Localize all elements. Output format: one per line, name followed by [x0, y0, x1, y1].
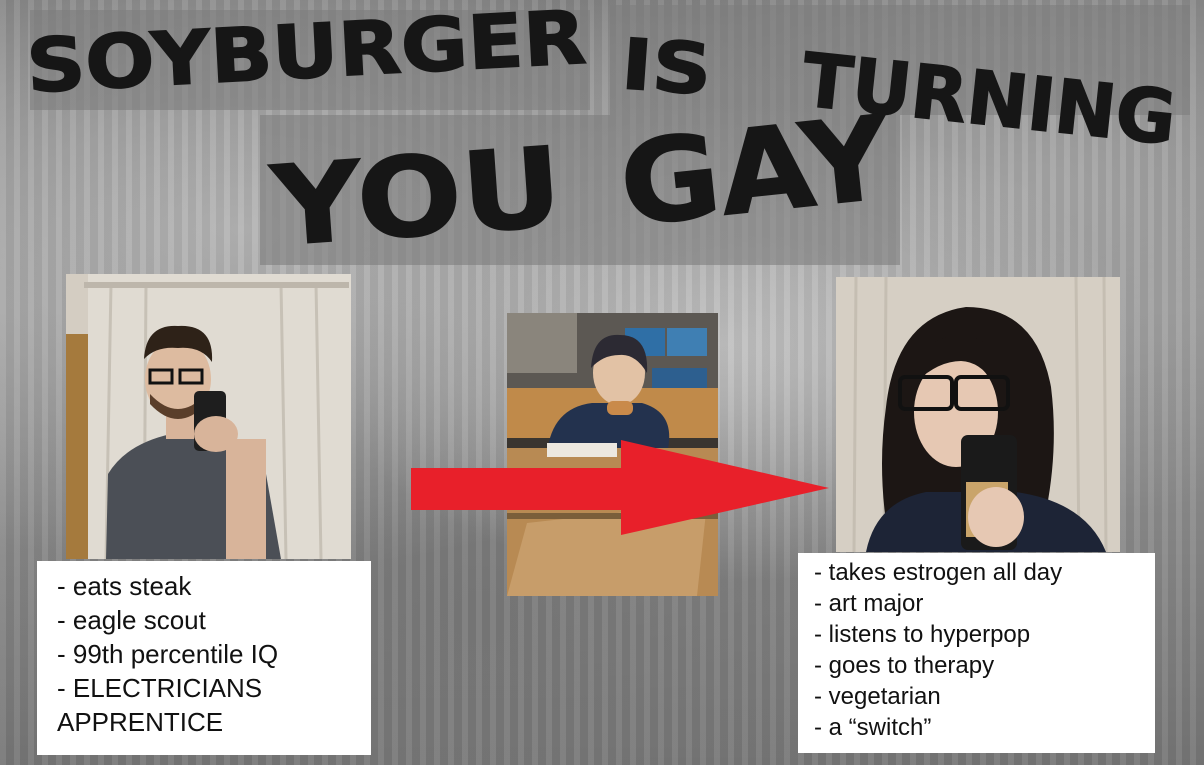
before-traits-list: - eats steak - eagle scout - 99th percen…	[37, 561, 371, 755]
trait-item: - 99th percentile IQ	[57, 639, 279, 669]
title-word: YOU	[266, 123, 566, 270]
title-word: GAY	[614, 91, 898, 253]
trait-item: - takes estrogen all day	[814, 559, 1063, 586]
trait-item: - eagle scout	[57, 605, 206, 635]
transition-arrow	[411, 440, 829, 535]
trait-item: - vegetarian	[814, 683, 941, 710]
title-word: SOYBURGER	[24, 0, 588, 110]
after-traits-list: - takes estrogen all day - art major - l…	[798, 553, 1155, 753]
trait-item: - ELECTRICIANS	[57, 673, 263, 703]
title-word: IS	[619, 23, 715, 111]
trait-item: - a “switch”	[814, 714, 932, 741]
trait-item: - listens to hyperpop	[814, 621, 1031, 648]
after-photo	[836, 277, 1120, 552]
trait-item: - goes to therapy	[814, 652, 995, 679]
trait-item: - eats steak	[57, 571, 192, 601]
trait-item: - art major	[814, 590, 924, 617]
trait-item: APPRENTICE	[57, 707, 224, 737]
before-photo	[66, 274, 351, 559]
scrawled-title: SOYBURGER IS TURNING YOU GAY	[24, 0, 1181, 270]
